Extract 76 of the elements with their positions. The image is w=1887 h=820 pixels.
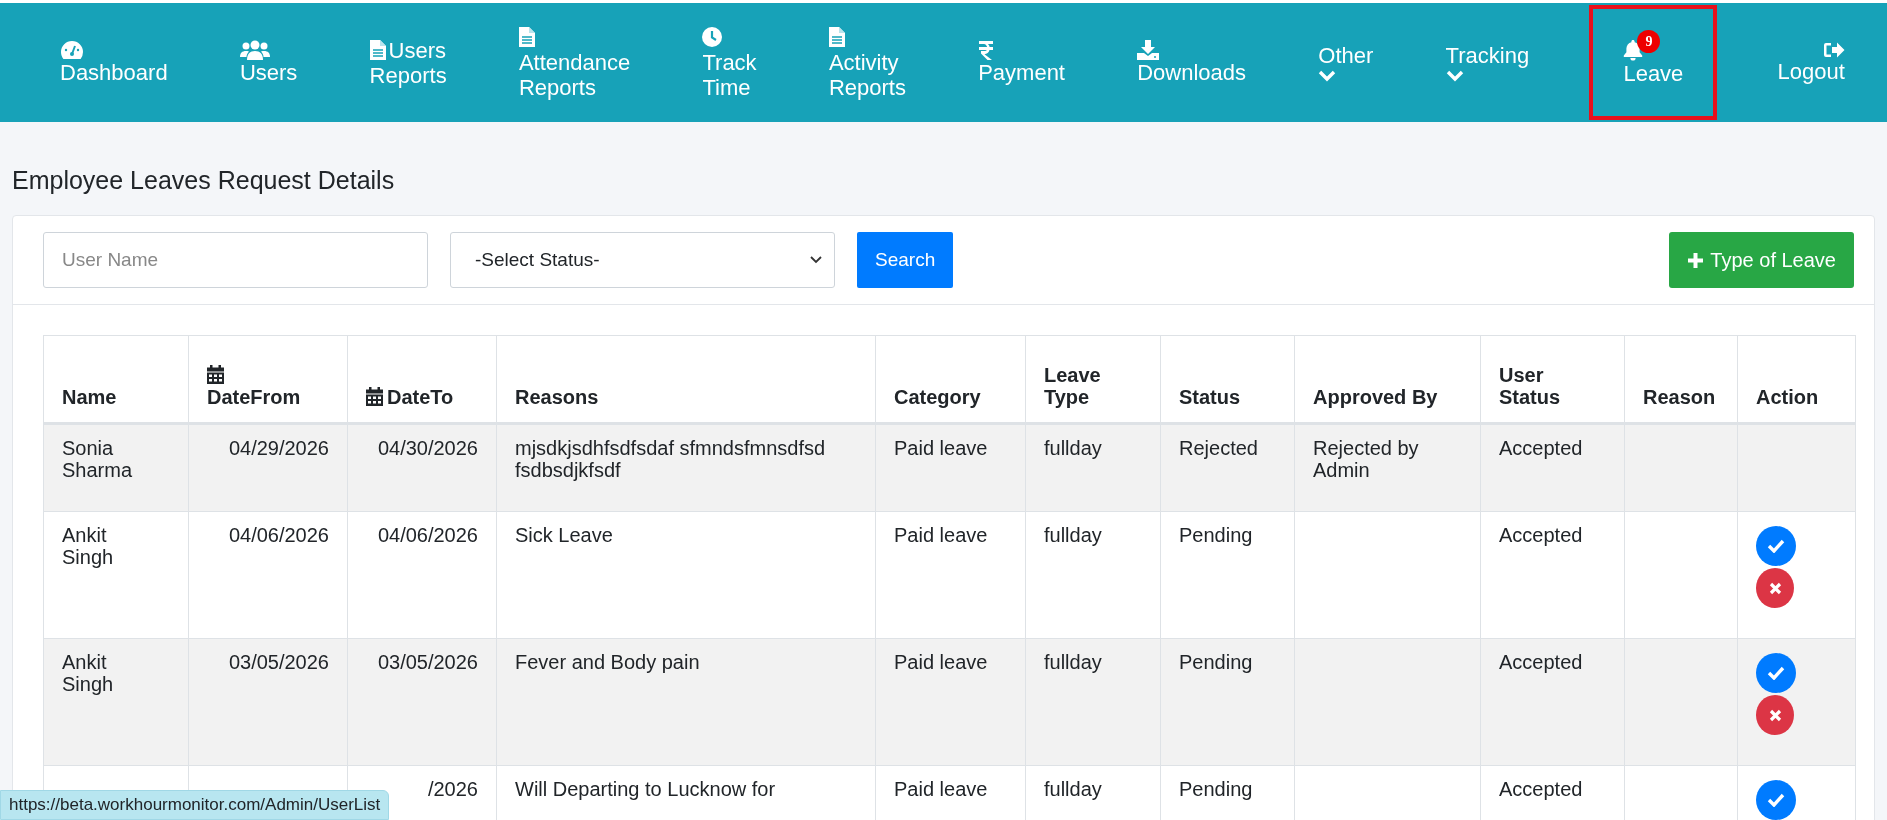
nav-link[interactable]: Track Time bbox=[690, 7, 769, 118]
status-select[interactable]: -Select Status- bbox=[450, 232, 835, 288]
table-cell: 04/29/2026 bbox=[228, 437, 329, 459]
download-icon bbox=[1137, 40, 1160, 60]
nav-link[interactable]: Users bbox=[227, 5, 310, 120]
logout-icon bbox=[1822, 41, 1845, 59]
table-cell: 03/05/2026 bbox=[228, 651, 329, 673]
nav-link[interactable]: 9 Leave bbox=[1589, 5, 1718, 120]
table-cell: Ankit Singh bbox=[62, 651, 114, 695]
table-cell: /2026 bbox=[427, 778, 478, 800]
table-cell: fullday bbox=[1044, 437, 1102, 459]
table-cell: Accepted bbox=[1499, 778, 1583, 800]
chevron-down-icon bbox=[1445, 70, 1464, 82]
chevron-down-icon bbox=[1318, 70, 1337, 82]
table-cell: mjsdkjsdhfsdfsdaf sfmndsfmnsdfsd fsdbsdjkfsdf bbox=[515, 437, 826, 481]
nav-link[interactable]: Downloads bbox=[1125, 5, 1259, 120]
calendar-icon bbox=[207, 365, 224, 384]
table-cell: Pending bbox=[1179, 524, 1253, 546]
table-cell: Accepted bbox=[1499, 651, 1583, 673]
bell-icon bbox=[1623, 39, 1644, 61]
table-cell: Accepted bbox=[1499, 437, 1583, 459]
table-cell: 04/06/2026 bbox=[377, 524, 478, 546]
nav-link[interactable]: Activity Reports bbox=[816, 7, 918, 118]
user-name-field[interactable]: User Name bbox=[43, 232, 428, 288]
reject-button[interactable] bbox=[1756, 568, 1794, 608]
approve-button[interactable] bbox=[1756, 653, 1796, 693]
check-icon bbox=[1767, 539, 1785, 553]
table-cell: fullday bbox=[1044, 778, 1102, 800]
close-icon bbox=[1768, 581, 1782, 595]
plus-icon bbox=[1687, 251, 1705, 269]
table-cell: Sonia Sharma bbox=[62, 437, 133, 481]
check-icon bbox=[1767, 793, 1785, 807]
table-cell: Pending bbox=[1179, 778, 1253, 800]
nav-link[interactable]: Tracking bbox=[1433, 5, 1542, 120]
rupee-icon bbox=[978, 40, 995, 60]
table-cell: 03/05/2026 bbox=[377, 651, 478, 673]
document-icon bbox=[369, 39, 386, 60]
users-icon bbox=[239, 40, 270, 60]
approve-button[interactable] bbox=[1756, 780, 1796, 820]
table-cell: fullday bbox=[1044, 651, 1102, 673]
table-cell: 04/06/2026 bbox=[228, 524, 329, 546]
nav-link[interactable]: Attendance Reports bbox=[506, 7, 643, 118]
check-icon bbox=[1767, 666, 1785, 680]
close-icon bbox=[1768, 708, 1782, 722]
table-cell: Ankit Singh bbox=[62, 524, 114, 568]
nav-link[interactable]: Users Reports bbox=[357, 19, 459, 106]
approve-button[interactable] bbox=[1756, 526, 1796, 566]
table-cell: Rejected bbox=[1179, 437, 1258, 459]
status-bar-url: https://beta.workhourmonitor.com/Admin/UserList bbox=[0, 790, 390, 820]
clock-icon bbox=[702, 27, 723, 47]
nav-link[interactable]: Dashboard bbox=[48, 5, 180, 120]
table-cell: fullday bbox=[1044, 524, 1102, 546]
page-title: Employee Leaves Request Details bbox=[12, 166, 396, 195]
nav-link[interactable]: Payment bbox=[966, 5, 1077, 120]
table-cell: Fever and Body pain bbox=[515, 651, 700, 673]
nav-link[interactable]: Logout bbox=[1765, 5, 1857, 120]
nav-link[interactable]: Other bbox=[1306, 5, 1386, 120]
table-cell: Paid leave bbox=[894, 778, 988, 800]
table-cell: Accepted bbox=[1499, 524, 1583, 546]
document-icon bbox=[828, 27, 845, 47]
table-cell: Paid leave bbox=[894, 524, 988, 546]
table-cell: Will Departing to Lucknow for bbox=[515, 778, 776, 800]
table-cell: Pending bbox=[1179, 651, 1253, 673]
search-button[interactable]: Search bbox=[857, 232, 954, 288]
caret-icon bbox=[810, 256, 822, 264]
table-cell: Paid leave bbox=[894, 651, 988, 673]
notification-badge: 9 bbox=[1637, 29, 1661, 53]
table-cell: Paid leave bbox=[894, 437, 988, 459]
document-icon bbox=[518, 27, 535, 47]
dashboard-icon bbox=[60, 40, 84, 60]
table-cell: Sick Leave bbox=[515, 524, 613, 546]
type-of-leave-button[interactable]: Type of Leave bbox=[1669, 232, 1854, 288]
table-cell: Rejected by Admin bbox=[1313, 437, 1419, 481]
reject-button[interactable] bbox=[1756, 695, 1794, 735]
calendar-icon bbox=[366, 387, 383, 406]
table-cell: 04/30/2026 bbox=[377, 437, 478, 459]
